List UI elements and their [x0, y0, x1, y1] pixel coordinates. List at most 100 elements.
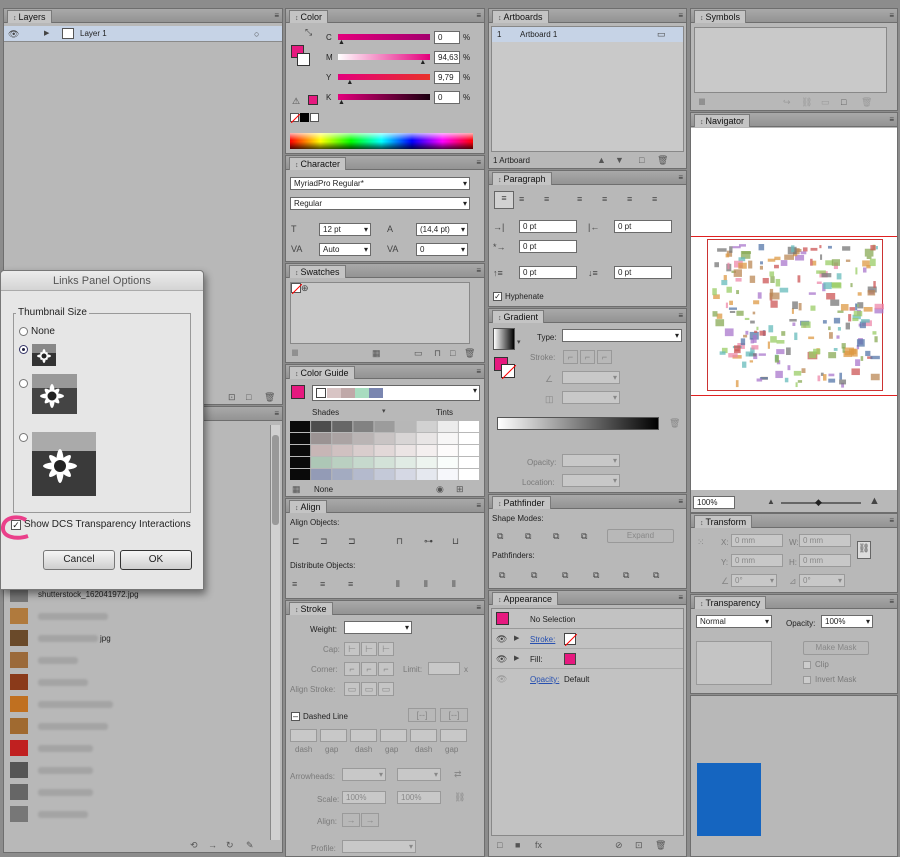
gradient-type-select[interactable]: [562, 329, 682, 342]
panel-menu-icon[interactable]: ≡: [678, 593, 683, 602]
add-stroke-icon[interactable]: □: [497, 840, 502, 850]
arrowhead-start-select[interactable]: [342, 768, 386, 781]
gradient-location-input[interactable]: [562, 474, 620, 487]
k-slider[interactable]: [338, 94, 430, 100]
color-guide-cell[interactable]: [458, 457, 479, 468]
stroke-swatch[interactable]: [297, 53, 310, 66]
color-guide-cell[interactable]: [353, 469, 374, 480]
gamut-swatch[interactable]: [308, 95, 318, 105]
move-up-icon[interactable]: ▲: [597, 155, 606, 165]
align-vcenter-icon[interactable]: ⊶: [424, 535, 433, 547]
color-guide-cell[interactable]: [458, 469, 479, 480]
new-symbol-icon[interactable]: □: [841, 97, 846, 107]
color-guide-cell[interactable]: [374, 469, 395, 480]
minus-back-icon[interactable]: ⧉: [653, 569, 659, 581]
justify-center-icon[interactable]: ≡: [602, 193, 607, 205]
h-input[interactable]: 0 mm: [799, 554, 851, 567]
tab-align[interactable]: Align: [289, 499, 327, 513]
base-color-swatch[interactable]: [291, 385, 305, 399]
delete-layer-icon[interactable]: 🗑: [264, 392, 275, 403]
trim-icon[interactable]: ⧉: [531, 569, 537, 581]
expand-triangle-icon[interactable]: ▶: [44, 28, 49, 40]
gradient-slider[interactable]: [497, 417, 659, 430]
list-item[interactable]: jpg: [10, 629, 111, 647]
cap-round-icon[interactable]: ⊢: [361, 642, 377, 656]
color-guide-cell[interactable]: [290, 433, 311, 444]
harmony-rules-select[interactable]: [312, 385, 480, 401]
list-item[interactable]: [10, 761, 93, 779]
color-guide-cell[interactable]: [395, 445, 416, 456]
gap-input[interactable]: [320, 729, 347, 742]
artboard-options-icon[interactable]: ▭: [657, 28, 666, 40]
color-guide-cell[interactable]: [437, 469, 458, 480]
tab-appearance[interactable]: Appearance: [492, 591, 559, 605]
color-guide-cell[interactable]: [437, 457, 458, 468]
justify-all-icon[interactable]: ≡: [652, 193, 657, 205]
font-size-input[interactable]: 12 pt: [319, 223, 371, 236]
color-guide-cell[interactable]: [416, 421, 437, 432]
panel-menu-icon[interactable]: ≡: [678, 173, 683, 182]
out-of-gamut-warning-icon[interactable]: ⚠: [292, 95, 300, 107]
delete-artboard-icon[interactable]: 🗑: [657, 155, 668, 166]
color-guide-cell[interactable]: [290, 469, 311, 480]
swatch-libraries-icon[interactable]: lll: [292, 348, 298, 358]
stroke-row-label[interactable]: Stroke:: [530, 635, 555, 644]
color-guide-cell[interactable]: [395, 457, 416, 468]
ok-button[interactable]: OK: [120, 550, 192, 570]
distribute-hcenter-icon[interactable]: ⫴: [424, 578, 428, 590]
align-hcenter-icon[interactable]: ⊐: [320, 535, 328, 547]
panel-menu-icon[interactable]: ≡: [889, 115, 894, 124]
color-guide-cell[interactable]: [332, 421, 353, 432]
panel-menu-icon[interactable]: ≡: [476, 603, 481, 612]
add-fill-icon[interactable]: ■: [515, 840, 520, 850]
tab-artboards[interactable]: Artboards: [492, 9, 549, 23]
gradient-opacity-input[interactable]: [562, 454, 620, 467]
panel-menu-icon[interactable]: ≡: [678, 311, 683, 320]
break-link-icon[interactable]: ⛓: [801, 97, 812, 108]
panel-menu-icon[interactable]: ≡: [476, 367, 481, 376]
space-after-input[interactable]: 0 pt: [614, 266, 672, 279]
space-before-input[interactable]: 0 pt: [519, 266, 577, 279]
color-guide-cell[interactable]: [311, 433, 332, 444]
duplicate-item-icon[interactable]: ⊡: [635, 840, 643, 851]
angle-input[interactable]: [562, 371, 620, 384]
panel-menu-icon[interactable]: ≡: [889, 516, 894, 525]
layer-row[interactable]: 👁 ▶ Layer 1 ○: [4, 26, 282, 42]
outline-icon[interactable]: ⧉: [623, 569, 629, 581]
align-stroke-outside-icon[interactable]: ▭: [378, 682, 394, 696]
constrain-proportions-icon[interactable]: ⛓: [857, 541, 871, 559]
cancel-button[interactable]: Cancel: [43, 550, 115, 570]
right-indent-input[interactable]: 0 pt: [614, 220, 672, 233]
goto-link-icon[interactable]: →: [208, 840, 217, 850]
reference-point-icon[interactable]: ⁙: [697, 536, 705, 548]
align-right-text-icon[interactable]: ≡: [544, 193, 549, 205]
tracking-input[interactable]: 0: [416, 243, 468, 256]
distribute-vcenter-icon[interactable]: ≡: [320, 578, 325, 590]
distribute-left-icon[interactable]: ⫴: [396, 578, 400, 590]
color-guide-cell[interactable]: [311, 469, 332, 480]
c-input[interactable]: 0: [434, 31, 460, 44]
stroke-none-swatch[interactable]: [564, 633, 577, 646]
panel-menu-icon[interactable]: ≡: [274, 11, 279, 20]
limit-input[interactable]: [428, 662, 460, 675]
tab-transform[interactable]: Transform: [694, 514, 753, 528]
color-guide-cell[interactable]: [332, 457, 353, 468]
align-bottom-icon[interactable]: ⊔: [452, 535, 459, 547]
rotate-input[interactable]: 0°: [731, 574, 777, 587]
clip-checkbox[interactable]: [803, 661, 811, 669]
tab-swatches[interactable]: Swatches: [289, 264, 346, 278]
align-stroke-inside-icon[interactable]: ▭: [361, 682, 377, 696]
left-indent-input[interactable]: 0 pt: [519, 220, 577, 233]
color-guide-cell[interactable]: [437, 445, 458, 456]
panel-menu-icon[interactable]: ≡: [274, 409, 279, 418]
color-guide-cell[interactable]: [416, 457, 437, 468]
color-guide-cell[interactable]: [395, 421, 416, 432]
new-swatch-icon[interactable]: □: [450, 348, 455, 358]
new-color-group-icon[interactable]: ⊓: [434, 348, 441, 359]
dash-input[interactable]: [290, 729, 317, 742]
k-slider-thumb[interactable]: ▲: [338, 99, 345, 106]
color-guide-grid[interactable]: [290, 421, 480, 481]
panel-menu-icon[interactable]: ≡: [476, 11, 481, 20]
swatch-options-icon[interactable]: ▭: [414, 348, 423, 359]
hyphenate-checkbox[interactable]: ✓: [493, 292, 502, 301]
